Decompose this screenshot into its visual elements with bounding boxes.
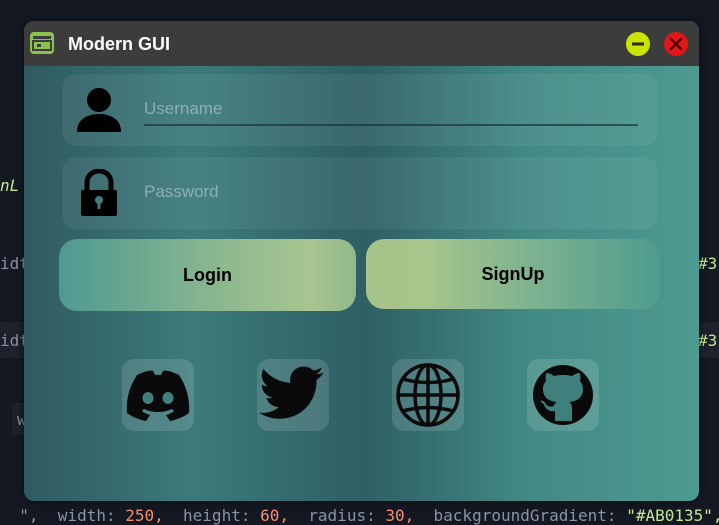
window-title: Modern GUI — [68, 34, 170, 54]
login-window: Modern GUI Username Login SignUp — [24, 21, 699, 501]
minimize-icon — [632, 42, 644, 46]
close-button[interactable] — [664, 32, 688, 56]
twitter-icon — [259, 366, 324, 419]
password-card — [62, 157, 658, 229]
bg-code-token: 30, — [385, 506, 415, 525]
password-input[interactable] — [144, 177, 638, 207]
username-card — [62, 74, 658, 146]
discord-button[interactable] — [122, 359, 194, 431]
bg-code-fragment: nL — [0, 176, 20, 195]
app-window-icon — [30, 32, 54, 54]
bg-code-token: 250, — [125, 506, 164, 525]
discord-icon — [126, 370, 190, 421]
bg-code-token: "#AB0135", — [626, 506, 719, 525]
user-icon — [76, 86, 122, 134]
bg-code-token: radius: — [308, 506, 376, 525]
github-icon — [533, 365, 593, 425]
github-button[interactable] — [527, 359, 599, 431]
bg-code-token: width: — [57, 506, 116, 525]
bg-code-token: ", — [19, 506, 39, 525]
bg-code-token: height: — [183, 506, 251, 525]
login-button[interactable]: Login — [59, 239, 356, 311]
username-input[interactable] — [144, 94, 638, 126]
title-bar[interactable]: Modern GUI — [24, 21, 699, 66]
bg-code-token: 60, — [260, 506, 290, 525]
bg-code-fragment: #3 — [698, 254, 718, 273]
close-icon — [669, 37, 683, 51]
bg-code-fragment: #3 — [698, 331, 718, 350]
website-button[interactable] — [392, 359, 464, 431]
lock-icon — [76, 168, 122, 217]
bg-code-token: backgroundGradient: — [433, 506, 617, 525]
minimize-button[interactable] — [626, 32, 650, 56]
globe-icon — [396, 363, 460, 427]
twitter-button[interactable] — [257, 359, 329, 431]
signup-button[interactable]: SignUp — [366, 239, 660, 309]
